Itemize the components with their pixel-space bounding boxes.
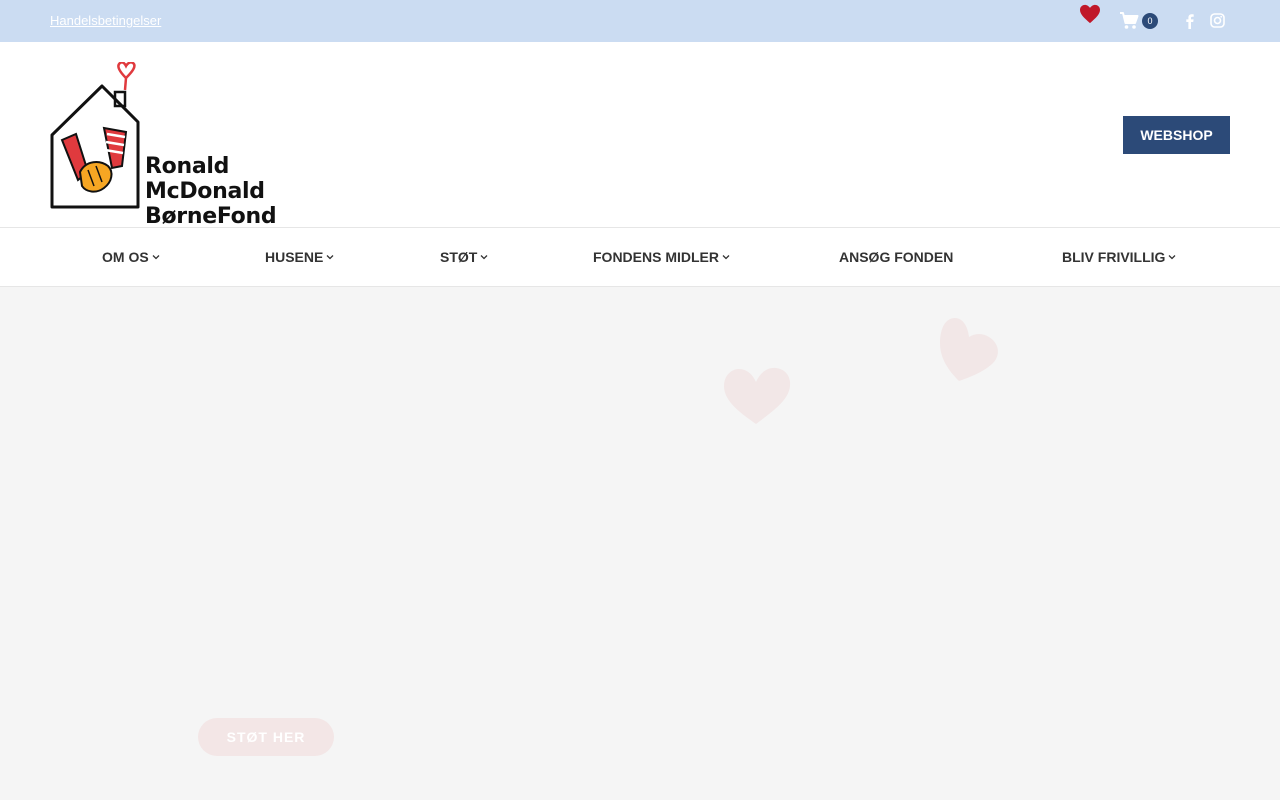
nav-label: BLIV FRIVILLIG <box>1062 249 1166 265</box>
nav-label: STØT <box>440 249 478 265</box>
heart-icon[interactable] <box>1079 4 1101 24</box>
hero-section: STØT HER <box>0 287 1280 800</box>
nav-label: OM OS <box>102 249 149 265</box>
nav-item-bliv-frivillig[interactable]: BLIV FRIVILLIG <box>1062 249 1176 265</box>
logo-line-1: Ronald McDonald <box>145 154 265 204</box>
chevron-down-icon <box>480 255 488 260</box>
cart-icon[interactable] <box>1119 11 1139 30</box>
nav-item-ansoeg-fonden[interactable]: ANSØG FONDEN <box>839 249 953 265</box>
nav-label: FONDENS MIDLER <box>593 249 719 265</box>
decorative-heart-icon <box>940 318 998 381</box>
nav-label: HUSENE <box>265 249 324 265</box>
logo-wordmark: Ronald McDonald BørneFond <box>145 154 352 229</box>
chevron-down-icon <box>722 255 730 260</box>
logo-line-2: BørneFond <box>145 204 277 229</box>
main-nav: OM OS HUSENE STØT FONDENS MIDLER ANSØG F… <box>0 228 1280 287</box>
nav-item-om-os[interactable]: OM OS <box>102 249 160 265</box>
webshop-button[interactable]: WEBSHOP <box>1123 116 1230 154</box>
logo[interactable]: Ronald McDonald BørneFond <box>50 62 352 229</box>
house-logo-icon <box>50 62 140 209</box>
chevron-down-icon <box>152 255 160 260</box>
chevron-down-icon <box>1168 255 1176 260</box>
nav-item-stoet[interactable]: STØT <box>440 249 488 265</box>
instagram-icon[interactable] <box>1210 13 1225 28</box>
support-here-button[interactable]: STØT HER <box>198 718 334 756</box>
nav-label: ANSØG FONDEN <box>839 249 954 265</box>
site-header: Ronald McDonald BørneFond WEBSHOP <box>0 42 1280 229</box>
nav-item-husene[interactable]: HUSENE <box>265 249 334 265</box>
chevron-down-icon <box>326 255 334 260</box>
facebook-icon[interactable] <box>1184 13 1196 29</box>
top-bar: Handelsbetingelser 0 <box>0 0 1280 42</box>
cart-count-badge: 0 <box>1142 13 1158 29</box>
nav-item-fondens-midler[interactable]: FONDENS MIDLER <box>593 249 730 265</box>
decorative-heart-icon <box>724 367 791 424</box>
terms-link[interactable]: Handelsbetingelser <box>50 13 161 28</box>
